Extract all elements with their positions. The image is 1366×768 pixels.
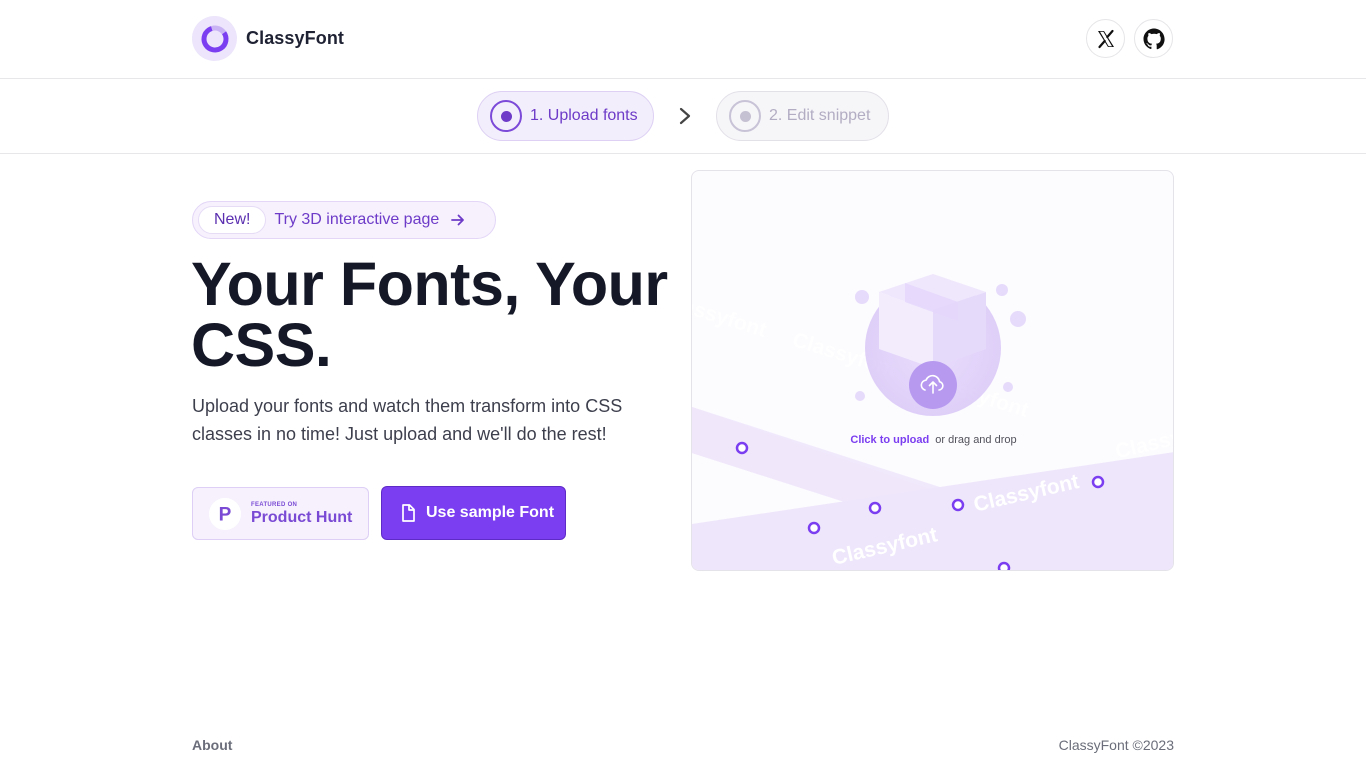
step-inactive-indicator-icon [729,100,761,132]
step-upload-fonts[interactable]: 1. Upload fonts [477,91,654,141]
hero-subtitle: Upload your fonts and watch them transfo… [192,396,623,444]
product-hunt-label: Product Hunt [251,508,353,526]
product-hunt-button[interactable]: P FEATURED ON Product Hunt [192,487,369,540]
step-label: 2. Edit snippet [769,107,871,124]
drag-drop-hint: or drag and drop [935,434,1017,446]
footer-about-link[interactable]: About [192,737,232,753]
step-edit-snippet[interactable]: 2. Edit snippet [716,91,889,141]
badge-text: Try 3D interactive page [274,211,440,228]
title-line-1: Your Fonts, Your [191,250,668,318]
use-sample-font-label: Use sample Font [426,504,555,521]
arrow-right-icon [451,214,465,226]
new-tag: New! [198,206,267,234]
stepper: 1. Upload fonts 2. Edit snippet [0,79,1366,154]
brand-ring-icon [192,16,237,61]
step-active-indicator-icon [490,100,522,132]
svg-text:Classyfont: Classyfont [692,288,769,341]
title-line-2: CSS. [191,311,332,379]
github-link-button[interactable] [1134,19,1173,58]
x-logo-icon [1097,29,1114,48]
upload-dropzone[interactable]: Classyfont Classyfont Classyfont Classyf… [691,170,1174,571]
product-hunt-icon: P [209,497,241,530]
footer-copyright: ClassyFont ©2023 [1058,737,1174,753]
upload-instructions: Click to upload or drag and drop [692,434,1173,446]
step-label: 1. Upload fonts [530,107,638,124]
new-3d-page-badge[interactable]: New! Try 3D interactive page [192,201,496,239]
upload-illustration: Classyfont Classyfont Classyfont Classyf… [692,274,1173,570]
use-sample-font-button[interactable]: Use sample Font [381,486,566,540]
x-link-button[interactable] [1086,19,1125,58]
top-header: ClassyFont [0,0,1366,79]
file-icon [402,504,415,522]
product-hunt-featured-label: FEATURED ON [251,501,298,508]
chevron-right-icon [679,107,691,125]
brand-name: ClassyFont [246,28,345,48]
brand-link[interactable]: ClassyFont [192,16,344,61]
click-to-upload-link[interactable]: Click to upload [850,434,929,446]
page-title: Your Fonts, Your CSS. [191,254,671,376]
svg-text:P: P [219,504,232,525]
box-icon [879,274,986,368]
github-icon [1143,28,1165,49]
